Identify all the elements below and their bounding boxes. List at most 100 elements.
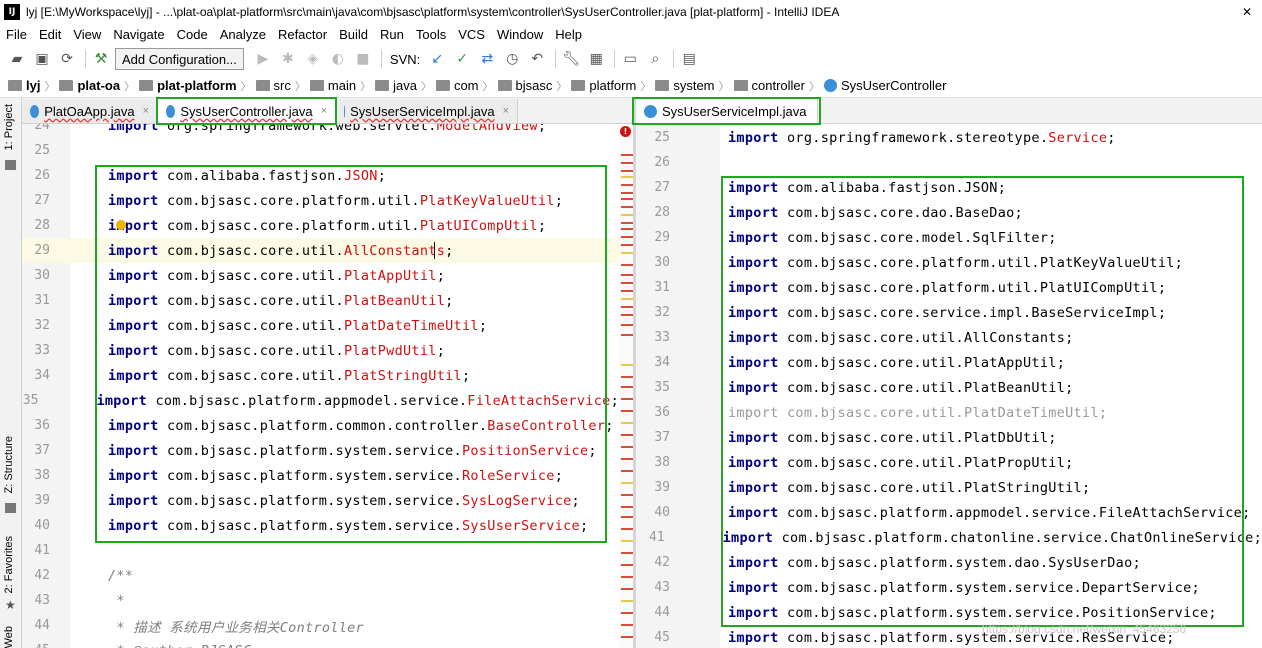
code-line[interactable]: 44 * 描述 系统用户业务相关Controller: [22, 613, 619, 638]
project-folder-icon[interactable]: [5, 160, 16, 170]
breadcrumb-item[interactable]: plat-platform 〉: [139, 78, 252, 94]
project-tool-tab[interactable]: 1: Project: [3, 104, 15, 150]
menu-navigate[interactable]: Navigate: [107, 27, 170, 42]
code-line[interactable]: 24 import org.springframework.web.servlet…: [22, 124, 619, 138]
code-line[interactable]: 36 import com.bjsasc.core.util.PlatDateTi…: [636, 400, 1262, 425]
code-line[interactable]: 34 import com.bjsasc.core.util.PlatAppUti…: [636, 350, 1262, 375]
error-stripe-mark[interactable]: [621, 482, 633, 484]
error-stripe-mark[interactable]: [621, 386, 633, 388]
error-stripe-mark[interactable]: [621, 564, 633, 566]
close-window-button[interactable]: ✕: [1232, 0, 1262, 24]
error-stripe-mark[interactable]: [621, 214, 633, 216]
menu-run[interactable]: Run: [374, 27, 410, 42]
breadcrumb-item[interactable]: lyj 〉: [8, 78, 55, 94]
code-line[interactable]: 43 *: [22, 588, 619, 613]
profile-icon[interactable]: ◐: [327, 48, 349, 70]
error-stripe-mark[interactable]: [621, 334, 633, 336]
editor-tab[interactable]: SysUserServiceImpl.java: [636, 99, 818, 123]
breadcrumb-item[interactable]: main 〉: [309, 78, 371, 94]
menu-refactor[interactable]: Refactor: [272, 27, 333, 42]
error-stripe-mark[interactable]: [621, 376, 633, 378]
left-error-stripe[interactable]: !: [619, 124, 633, 648]
code-line[interactable]: 30 import com.bjsasc.core.util.PlatAppUti…: [22, 263, 619, 288]
error-stripe-mark[interactable]: [621, 324, 633, 326]
code-line[interactable]: 29 import com.bjsasc.core.model.SqlFilter…: [636, 225, 1262, 250]
error-stripe-mark[interactable]: [621, 470, 633, 472]
breadcrumb-item[interactable]: com 〉: [435, 78, 494, 94]
code-line[interactable]: 27 import com.bjsasc.core.platform.util.P…: [22, 188, 619, 213]
breadcrumb-item[interactable]: src 〉: [255, 78, 306, 94]
error-stripe-mark[interactable]: [621, 624, 633, 626]
error-stripe-mark[interactable]: [621, 552, 633, 554]
code-line[interactable]: 41: [22, 538, 619, 563]
menu-help[interactable]: Help: [549, 27, 588, 42]
code-line[interactable]: 28 import com.bjsasc.core.dao.BaseDao;: [636, 200, 1262, 225]
terminal-icon[interactable]: ▭: [619, 48, 641, 70]
code-line[interactable]: 41 import com.bjsasc.platform.chatonline.…: [636, 525, 1262, 550]
code-line[interactable]: 29 import com.bjsasc.core.util.AllConstan…: [22, 238, 619, 263]
code-line[interactable]: 36 import com.bjsasc.platform.common.cont…: [22, 413, 619, 438]
settings-wrench-icon[interactable]: 🔧︎: [560, 48, 582, 70]
error-stripe-mark[interactable]: [621, 314, 633, 316]
web-tool-tab[interactable]: Web: [3, 626, 15, 648]
code-line[interactable]: 39 import com.bjsasc.core.util.PlatString…: [636, 475, 1262, 500]
code-line[interactable]: 37 import com.bjsasc.core.util.PlatDbUtil…: [636, 425, 1262, 450]
add-configuration-button[interactable]: Add Configuration...: [115, 48, 244, 70]
error-stripe-mark[interactable]: [621, 244, 633, 246]
structure-tool-tab[interactable]: Z: Structure: [3, 436, 15, 493]
error-stripe-mark[interactable]: [621, 528, 633, 530]
code-line[interactable]: 27 import com.alibaba.fastjson.JSON;: [636, 175, 1262, 200]
close-tab-icon[interactable]: ×: [321, 105, 327, 117]
error-stripe-mark[interactable]: [621, 206, 633, 208]
coverage-icon[interactable]: ◈: [302, 48, 324, 70]
favorites-star-icon[interactable]: ★: [5, 598, 16, 612]
error-stripe-mark[interactable]: [621, 228, 633, 230]
save-all-icon[interactable]: ▣: [31, 48, 53, 70]
code-line[interactable]: 32 import com.bjsasc.core.service.impl.Ba…: [636, 300, 1262, 325]
code-line[interactable]: 38 import com.bjsasc.platform.system.serv…: [22, 463, 619, 488]
debug-icon[interactable]: ✱: [277, 48, 299, 70]
intention-bulb-icon[interactable]: [116, 220, 126, 230]
error-stripe-mark[interactable]: [621, 264, 633, 266]
menu-window[interactable]: Window: [491, 27, 549, 42]
error-stripe-mark[interactable]: [621, 170, 633, 172]
error-stripe-mark[interactable]: [621, 236, 633, 238]
breadcrumb-item[interactable]: bjsasc 〉: [497, 78, 567, 94]
code-line[interactable]: 26: [636, 150, 1262, 175]
error-stripe-mark[interactable]: [621, 282, 633, 284]
error-stripe-mark[interactable]: [621, 398, 633, 400]
svn-commit-icon[interactable]: ✓: [451, 48, 473, 70]
menu-code[interactable]: Code: [171, 27, 214, 42]
svn-update-icon[interactable]: ↙: [426, 48, 448, 70]
error-stripe-mark[interactable]: [621, 576, 633, 578]
services-icon[interactable]: ▤: [678, 48, 700, 70]
error-stripe-mark[interactable]: [621, 192, 633, 194]
error-stripe-mark[interactable]: [621, 154, 633, 156]
error-stripe-mark[interactable]: [621, 434, 633, 436]
error-stripe-mark[interactable]: [621, 636, 633, 638]
editor-tab[interactable]: PlatOaApp.java ×: [22, 99, 158, 123]
code-line[interactable]: 33 import com.bjsasc.core.util.AllConstan…: [636, 325, 1262, 350]
error-stripe-mark[interactable]: [621, 222, 633, 224]
error-stripe-mark[interactable]: [621, 600, 633, 602]
search-icon[interactable]: ⌕: [644, 48, 666, 70]
error-stripe-mark[interactable]: [621, 458, 633, 460]
stop-icon[interactable]: ■: [352, 48, 374, 70]
error-stripe-mark[interactable]: [621, 176, 633, 178]
error-stripe-mark[interactable]: [621, 274, 633, 276]
favorites-tool-tab[interactable]: 2: Favorites: [3, 536, 15, 593]
code-line[interactable]: 28 import com.bjsasc.core.platform.util.P…: [22, 213, 619, 238]
code-line[interactable]: 39 import com.bjsasc.platform.system.serv…: [22, 488, 619, 513]
svn-rollback-icon[interactable]: ↶: [526, 48, 548, 70]
code-line[interactable]: 43 import com.bjsasc.platform.system.serv…: [636, 575, 1262, 600]
error-stripe-mark[interactable]: [621, 494, 633, 496]
project-structure-icon[interactable]: ▦: [585, 48, 607, 70]
editor-tab[interactable]: SysUserController.java ×: [158, 99, 336, 123]
svn-history-icon[interactable]: ◷: [501, 48, 523, 70]
open-folder-icon[interactable]: ▰: [6, 48, 28, 70]
error-stripe-mark[interactable]: [621, 410, 633, 412]
code-line[interactable]: 34 import com.bjsasc.core.util.PlatString…: [22, 363, 619, 388]
run-icon[interactable]: ▶: [252, 48, 274, 70]
menu-analyze[interactable]: Analyze: [214, 27, 272, 42]
error-stripe-mark[interactable]: [621, 588, 633, 590]
